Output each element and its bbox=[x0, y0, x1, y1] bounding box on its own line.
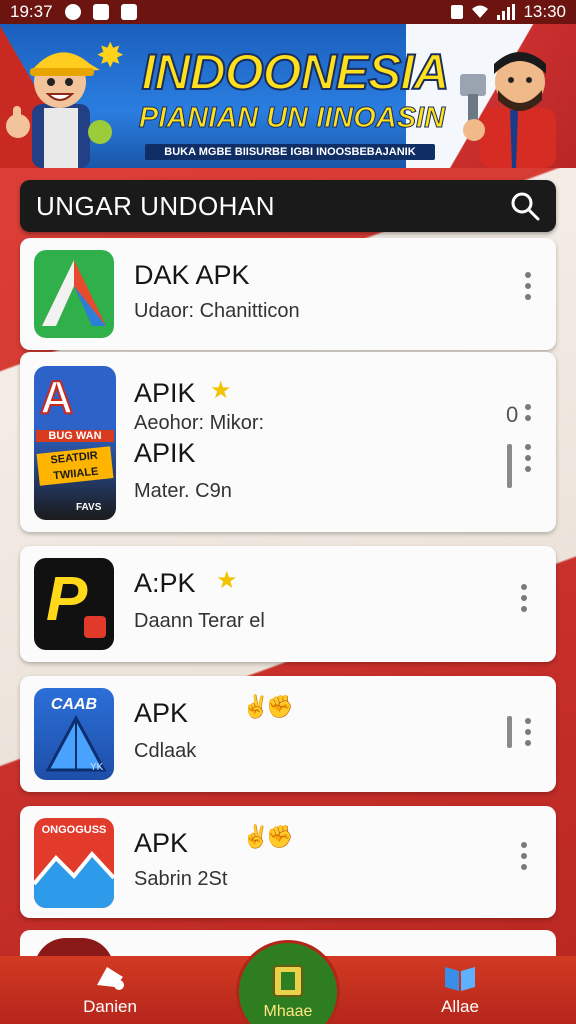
thumbs-up-icon: ✊ bbox=[266, 694, 294, 719]
banner-tagline: BUKA MGBE BIISURBE IGBI INOOSBEBAJANIK bbox=[145, 144, 435, 160]
book-icon bbox=[445, 967, 475, 991]
star-badge-icon: ★ bbox=[216, 567, 238, 594]
more-options-icon[interactable] bbox=[524, 272, 532, 300]
banner-subtitle: PIANIAN UN IINOASIN bbox=[138, 102, 446, 135]
mountain-icon bbox=[34, 850, 114, 908]
app-subtitle: Udaor: Chanitticon bbox=[134, 300, 300, 322]
app-list-item[interactable]: DAK APK Udaor: Chanitticon bbox=[20, 238, 556, 350]
more-options-icon[interactable] bbox=[524, 404, 532, 421]
app-icon-pyramid: CAAB YK bbox=[34, 688, 114, 780]
promo-banner[interactable]: ✸ INDOONESIA PIANIAN UN IINOASIN BUKA MG… bbox=[0, 24, 576, 168]
app-icon-label-top: BUG WAN bbox=[36, 430, 114, 442]
app-subtitle: Sabrin 2St bbox=[134, 868, 228, 890]
app-icon-triangle bbox=[34, 250, 114, 338]
alarm-icon bbox=[451, 5, 464, 19]
home-icon bbox=[97, 967, 124, 990]
app-author: Aeohor: Mikor: bbox=[134, 412, 265, 434]
signal-icon bbox=[497, 4, 516, 20]
image-notification-icon bbox=[120, 4, 137, 20]
more-options-icon[interactable] bbox=[520, 584, 528, 612]
search-input[interactable]: UNGAR UNDOHAN bbox=[36, 191, 275, 222]
nav-item-more[interactable]: Allae bbox=[410, 956, 510, 1024]
star-badge-icon: ★ bbox=[210, 377, 232, 404]
app-name: A:PK bbox=[134, 568, 196, 598]
wifi-icon bbox=[472, 5, 489, 18]
banner-title: INDOONESIA bbox=[141, 44, 451, 100]
more-options-icon[interactable] bbox=[520, 842, 528, 870]
more-options-icon[interactable] bbox=[524, 718, 532, 746]
search-icon[interactable] bbox=[510, 191, 540, 221]
app-icon-label: CAAB bbox=[50, 696, 98, 713]
more-options-icon[interactable] bbox=[524, 444, 532, 472]
app-subtitle: Mater. C9n bbox=[134, 480, 232, 502]
app-icon-p: P bbox=[34, 558, 114, 650]
nav-label-right: Allae bbox=[441, 997, 479, 1016]
app-name: DAK APK bbox=[134, 260, 250, 290]
status-time-left: 19:37 bbox=[10, 2, 53, 21]
film-icon bbox=[273, 965, 303, 997]
status-time-right: 13:30 bbox=[523, 2, 566, 21]
status-bar: 19:37 13:30 bbox=[0, 0, 576, 24]
mascot-left-image bbox=[6, 52, 112, 168]
nav-label-left: Danien bbox=[83, 997, 137, 1016]
app-icon-corner-badge bbox=[84, 616, 106, 638]
app-list-item[interactable]: CAAB YK APK ✌ ✊ Cdlaak bbox=[20, 676, 556, 792]
app-icon-label-bot: FAVS bbox=[76, 502, 102, 513]
app-list-item[interactable]: P A:PK ★ Daann Terar el bbox=[20, 546, 556, 662]
app-name: APK bbox=[134, 698, 189, 728]
nav-label-center: Mhaae bbox=[263, 1003, 313, 1020]
app-subtitle: Daann Terar el bbox=[134, 610, 265, 632]
nav-item-home[interactable]: Danien bbox=[60, 956, 160, 1024]
thumbs-up-icon: ✊ bbox=[266, 824, 294, 849]
app-icon-corner-label: YK bbox=[90, 762, 104, 773]
app-name-secondary: APIK bbox=[134, 438, 196, 468]
mascot-right-image bbox=[460, 52, 556, 168]
notification-icon bbox=[64, 4, 81, 20]
drag-handle[interactable] bbox=[507, 444, 512, 488]
app-notification-icon bbox=[92, 4, 109, 20]
app-subtitle: Cdlaak bbox=[134, 740, 197, 762]
app-icon-poster: A BUG WAN SEATDIR TWIIALE FAVS bbox=[34, 366, 116, 520]
app-icon-label: ONGOGUSS bbox=[41, 824, 107, 836]
app-name: APIK bbox=[134, 378, 196, 408]
app-list-item[interactable]: A BUG WAN SEATDIR TWIIALE FAVS APIK ★ Ae… bbox=[20, 352, 556, 532]
app-list-item[interactable]: ONGOGUSS APK ✌ ✊ Sabrin 2St bbox=[20, 806, 556, 918]
app-icon-label-mid: SEATDIR TWIIALE bbox=[36, 446, 114, 486]
item-count: 0 bbox=[506, 402, 519, 427]
app-icon-mountain: ONGOGUSS bbox=[34, 818, 114, 908]
app-name: APK bbox=[134, 828, 189, 858]
app-icon-letter: P bbox=[46, 565, 88, 634]
search-bar[interactable]: UNGAR UNDOHAN bbox=[20, 180, 556, 232]
drag-handle[interactable] bbox=[507, 716, 512, 748]
